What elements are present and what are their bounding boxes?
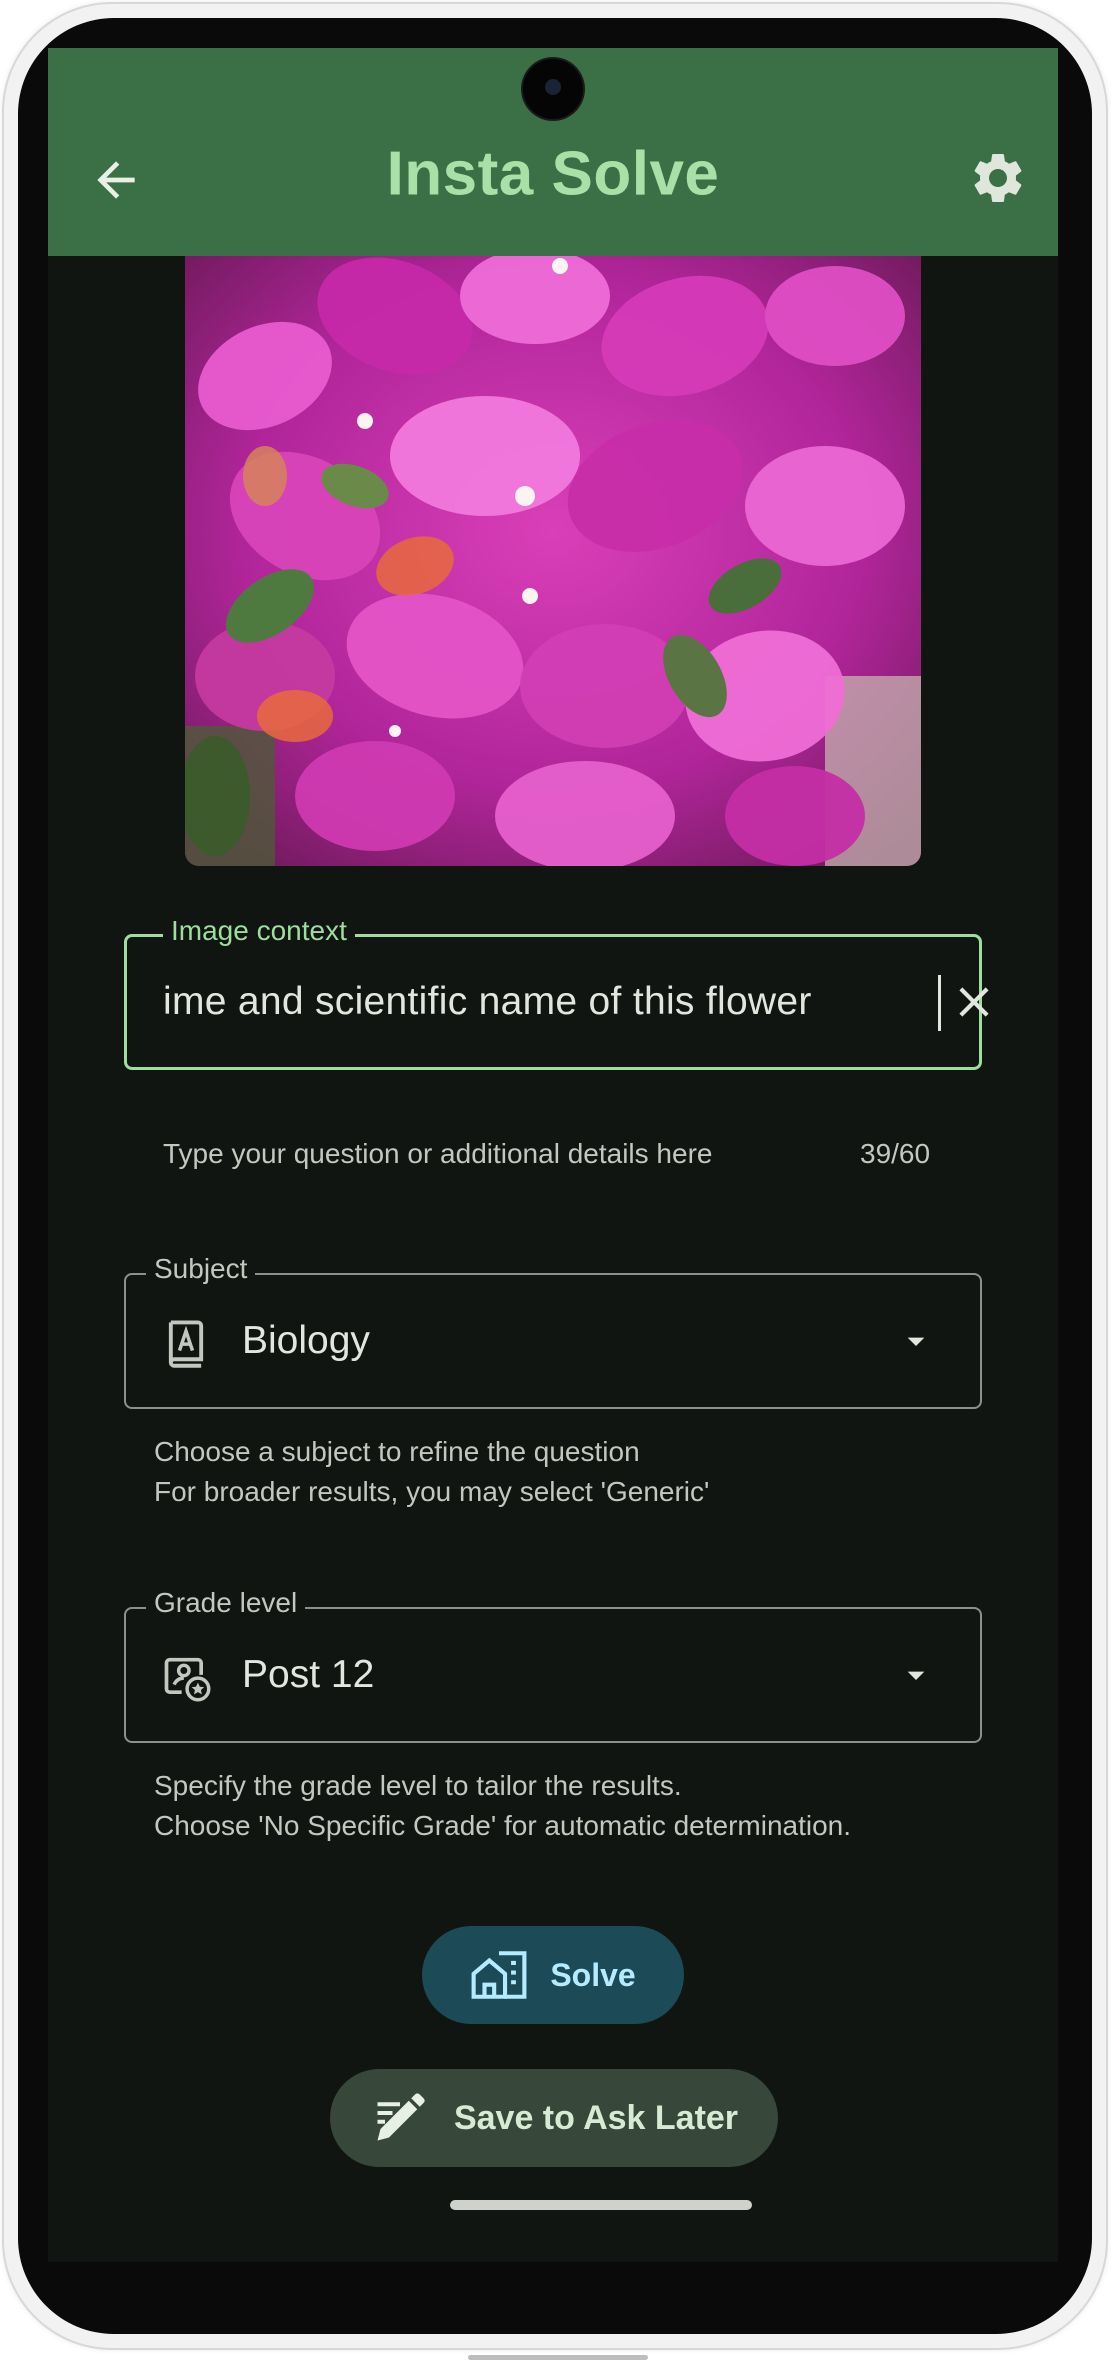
image-context-helper: Type your question or additional details… [163,1138,713,1169]
image-context-field[interactable]: Image context ime and scientific name of… [124,915,989,1070]
character-counter: 39/60 [860,1138,931,1169]
app-title: Insta Solve [386,139,720,209]
app-bar: Insta Solve [48,48,1058,256]
edit-pen-icon [377,2093,425,2141]
book-a-icon [168,1320,204,1368]
subject-helper-line-1: Choose a subject to refine the question [154,1436,640,1467]
subject-label: Subject [146,1253,256,1285]
solve-label: Solve [550,1956,636,1993]
grade-level-value: Post 12 [242,1653,375,1696]
subject-value: Biology [242,1319,370,1362]
app-screen: Insta Solve Image context ime and scient… [48,48,1058,2262]
chevron-down-icon [907,1671,925,1680]
text-cursor [938,975,941,1031]
settings-button[interactable] [968,148,1028,208]
gear-icon [974,154,1022,202]
profile-star-icon [164,1657,211,1702]
grade-level-helper: Specify the grade level to tailor the re… [154,1766,851,1846]
image-context-input[interactable]: ime and scientific name of this flower [163,937,875,1067]
clear-text-button[interactable] [949,977,999,1027]
save-label: Save to Ask Later [453,2098,739,2137]
device-bottom-edge [468,2355,648,2360]
subject-dropdown[interactable]: Subject Biology [124,1253,982,1409]
grade-level-dropdown[interactable]: Grade level Post 12 [124,1587,982,1743]
building-icon [471,1951,527,1999]
grade-helper-line-2: Choose 'No Specific Grade' for automatic… [154,1810,852,1841]
gesture-navigation-bar[interactable] [450,2200,752,2210]
subject-helper: Choose a subject to refine the question … [154,1432,709,1512]
close-icon [959,987,989,1017]
flower-photo [185,256,921,866]
front-camera [523,59,583,119]
subject-helper-line-2: For broader results, you may select 'Gen… [154,1476,710,1507]
save-to-ask-later-button[interactable]: Save to Ask Later [330,2069,778,2167]
solve-button[interactable]: Solve [422,1926,684,2024]
grade-helper-line-1: Specify the grade level to tailor the re… [154,1770,682,1801]
chevron-down-icon [907,1337,925,1346]
